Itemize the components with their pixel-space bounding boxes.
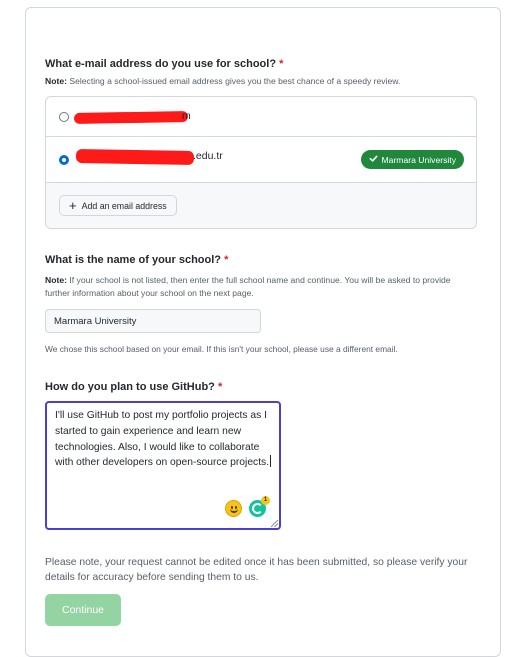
emoji-icon[interactable] [225,500,242,517]
email-option-1[interactable]: m [46,97,476,137]
school-title-text: What is the name of your school? [45,254,222,266]
school-name-input[interactable] [45,309,261,333]
email-radio-2[interactable] [59,154,69,165]
text-caret [270,455,272,468]
school-section-title: What is the name of your school? * [45,254,228,266]
email-list-footer: + Add an email address [46,183,476,228]
check-icon [369,154,378,165]
add-email-label: Add an email address [81,200,167,211]
required-mark: * [279,58,284,70]
email-note: Note: Selecting a school-issued email ad… [45,75,475,88]
required-mark: * [217,381,223,393]
badge-label: Marmara University [381,154,457,165]
email-address-2: .edu.tr [193,150,223,162]
grammarly-icon[interactable]: 1 [249,496,270,517]
verified-badge: Marmara University [360,150,464,169]
resize-handle[interactable] [271,520,278,527]
email-section-title: What e-mail address do you use for schoo… [45,58,283,70]
usage-title-text: How do you plan to use GitHub? [45,381,215,393]
usage-textarea[interactable]: I'll use GitHub to post my portfolio pro… [45,401,281,530]
note-text: Selecting a school-issued email address … [69,76,401,86]
plus-icon: + [69,198,77,213]
redaction-mark [73,111,189,124]
usage-text: I'll use GitHub to post my portfolio pro… [55,410,270,469]
note-label: Note: [45,76,67,86]
email-title-text: What e-mail address do you use for schoo… [45,58,277,70]
school-helper-text: We chose this school based on your email… [45,344,398,354]
email-list: m .edu.tr Marmara University + Add an em… [45,96,477,229]
required-mark: * [224,254,229,266]
note-text: If your school is not listed, then enter… [45,275,451,298]
email-option-2[interactable]: .edu.tr Marmara University [46,137,476,183]
usage-section-title: How do you plan to use GitHub? * [45,381,222,393]
school-note: Note: If your school is not listed, then… [45,274,475,300]
note-label: Note: [45,275,67,285]
grammarly-count-badge: 1 [261,496,270,505]
redaction-mark [75,148,195,166]
add-email-button[interactable]: + Add an email address [59,195,177,216]
email-address-1: m [182,110,191,122]
continue-button[interactable]: Continue [45,594,121,626]
email-radio-1[interactable] [59,111,69,122]
submission-note: Please note, your request cannot be edit… [45,557,468,583]
usage-textarea-content[interactable]: I'll use GitHub to post my portfolio pro… [55,408,273,471]
